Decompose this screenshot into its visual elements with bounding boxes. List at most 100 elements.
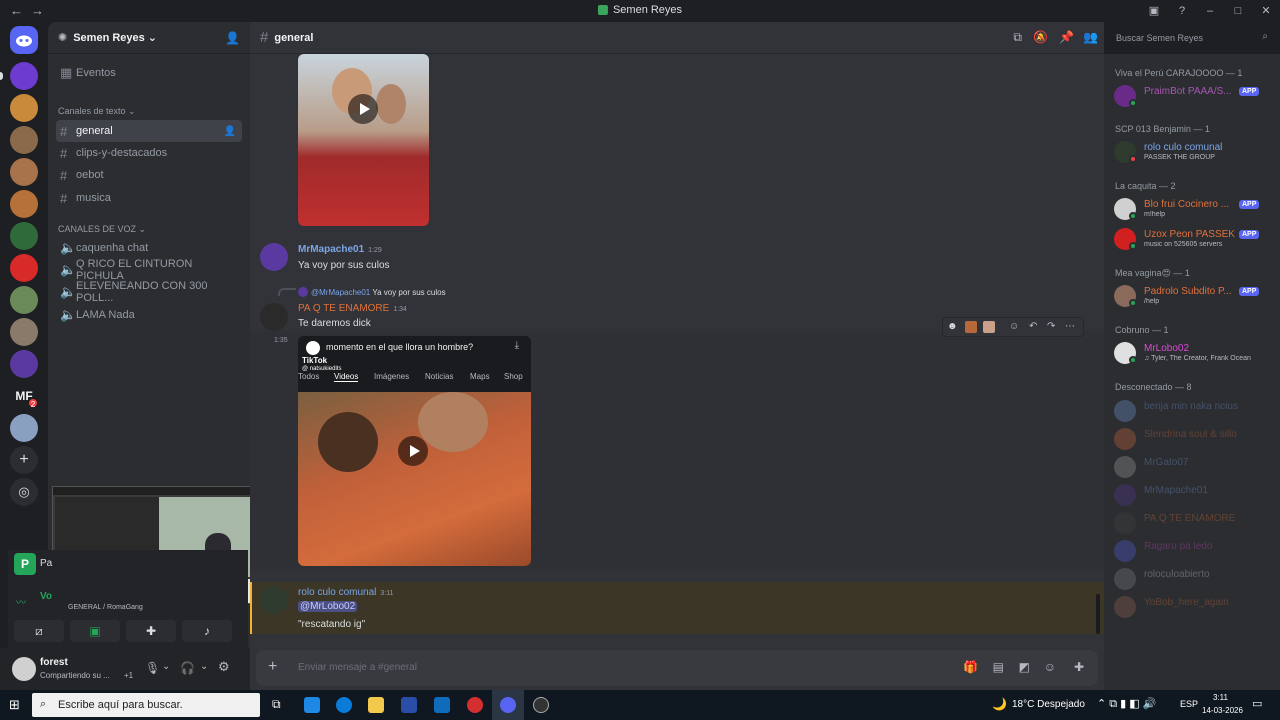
server-item[interactable] bbox=[10, 414, 38, 442]
tiktok-embed[interactable]: momento en el que llora un hombre? ⤓ Tik… bbox=[298, 336, 531, 566]
play-icon[interactable] bbox=[348, 94, 378, 124]
member-item[interactable]: MrGato07 bbox=[1114, 455, 1274, 481]
message-author[interactable]: rolo culo comunal 3:11 bbox=[298, 587, 393, 598]
events-item[interactable]: ▦ Eventos bbox=[56, 62, 242, 84]
mail-icon[interactable] bbox=[434, 697, 450, 713]
task-view-icon[interactable]: ⧉ bbox=[272, 697, 281, 712]
server-header[interactable]: ✺ Semen Reyes ⌄ 👤 bbox=[48, 22, 250, 54]
windows-start-icon[interactable]: ⊞ bbox=[9, 697, 20, 713]
add-attachment-icon[interactable]: + bbox=[268, 658, 277, 676]
message-composer[interactable]: + Enviar mensaje a #general 🎁 ▤ ◩ ☺ ✚ bbox=[256, 650, 1098, 686]
avatar[interactable] bbox=[260, 243, 288, 271]
voice-category[interactable]: CANALES DE VOZ ⌄ bbox=[58, 224, 146, 235]
server-item[interactable] bbox=[10, 190, 38, 218]
server-item[interactable] bbox=[10, 94, 38, 122]
discover-icon[interactable]: ◎ bbox=[10, 478, 38, 506]
channel-oebot[interactable]: # oebot bbox=[56, 164, 242, 186]
member-item[interactable]: rolo culo comunal PASSEK THE GROUP bbox=[1114, 140, 1274, 166]
channel-clips[interactable]: # clips-y-destacados bbox=[56, 142, 242, 164]
avatar[interactable] bbox=[260, 586, 288, 614]
member-item[interactable]: YoBob_here_again bbox=[1114, 595, 1274, 621]
member-item[interactable]: PA Q TE ENAMORE bbox=[1114, 511, 1274, 537]
close-button[interactable]: ✕ bbox=[1252, 0, 1280, 22]
store-icon[interactable] bbox=[401, 697, 417, 713]
minimize-button[interactable]: – bbox=[1196, 0, 1224, 22]
reaction-icon[interactable]: ☻ bbox=[947, 321, 958, 332]
voice-channel[interactable]: 🔈 ELEVENEANDO CON 300 POLL... bbox=[56, 280, 242, 304]
tray-icons[interactable]: ⌃ ⧉ ▮ ◧ 🔊 bbox=[1097, 697, 1156, 711]
server-item[interactable] bbox=[10, 222, 38, 250]
settings-gear-icon[interactable]: ⚙ bbox=[218, 659, 230, 675]
voice-channel-label[interactable]: GENERAL / RomaGang bbox=[68, 604, 143, 611]
threads-icon[interactable]: ⧉ bbox=[1013, 30, 1022, 45]
user-mention[interactable]: @MrLobo02 bbox=[298, 601, 358, 612]
channel-general[interactable]: # general 👤 bbox=[56, 120, 242, 142]
chevron-down-icon[interactable]: ⌄ bbox=[200, 661, 208, 672]
server-item[interactable] bbox=[10, 286, 38, 314]
sticker-icon[interactable]: ◩ bbox=[1019, 660, 1030, 674]
screen-share-button[interactable]: ▣ bbox=[70, 620, 120, 642]
play-icon[interactable] bbox=[398, 436, 428, 466]
server-item[interactable] bbox=[10, 158, 38, 186]
members-icon[interactable]: 👥 bbox=[1083, 30, 1098, 44]
microphone-icon[interactable]: 🎙 bbox=[145, 661, 160, 675]
member-item[interactable]: Blo frui Cocinero ... m!help APP bbox=[1114, 197, 1274, 223]
member-item[interactable]: roloculoabierto bbox=[1114, 567, 1274, 593]
member-item[interactable]: Slendrina soul & sillo da bbox=[1114, 427, 1274, 453]
edge-icon[interactable] bbox=[336, 697, 352, 713]
forward-icon[interactable]: ↷ bbox=[1047, 321, 1055, 332]
video-off-button[interactable]: ⧄ bbox=[14, 620, 64, 642]
text-category[interactable]: Canales de texto ⌄ bbox=[58, 106, 136, 117]
server-item[interactable] bbox=[10, 318, 38, 346]
discord-taskbar-icon[interactable] bbox=[500, 697, 516, 713]
server-item[interactable] bbox=[10, 254, 38, 282]
clock-date[interactable]: 14-03-2026 bbox=[1202, 706, 1243, 715]
reaction-icon[interactable] bbox=[983, 321, 995, 333]
server-item[interactable] bbox=[10, 350, 38, 378]
back-forward-icons[interactable]: ←→ bbox=[10, 3, 52, 18]
more-icon[interactable]: ⋯ bbox=[1065, 321, 1075, 332]
invite-icon[interactable]: 👤 bbox=[224, 126, 236, 137]
scrollbar[interactable] bbox=[1096, 594, 1100, 634]
notification-icon[interactable]: ▭ bbox=[1252, 697, 1262, 710]
file-explorer-icon[interactable] bbox=[368, 697, 384, 713]
member-item[interactable]: Ragaru pa ledo bbox=[1114, 539, 1274, 565]
obs-icon[interactable] bbox=[533, 697, 549, 713]
avatar[interactable] bbox=[260, 303, 288, 331]
home-button[interactable] bbox=[10, 26, 38, 54]
channel-musica[interactable]: # musica bbox=[56, 187, 242, 209]
reaction-icon[interactable] bbox=[965, 321, 977, 333]
language-indicator[interactable]: ESP bbox=[1180, 699, 1198, 709]
member-item[interactable]: Uzox Peon PASSEK music on 525605 servers A… bbox=[1114, 227, 1274, 253]
weather-text[interactable]: 18°C Despejado bbox=[1012, 699, 1085, 710]
clock-time[interactable]: 3:11 bbox=[1213, 693, 1228, 702]
reply-icon[interactable]: ↶ bbox=[1029, 321, 1037, 332]
gift-icon[interactable]: 🎁 bbox=[963, 660, 978, 674]
notification-bell-icon[interactable]: 🔕 bbox=[1033, 30, 1048, 44]
add-reaction-icon[interactable]: ☺ bbox=[1009, 321, 1019, 332]
member-item[interactable]: PraimBot PAAA/S... APP bbox=[1114, 84, 1274, 110]
maximize-button[interactable]: □ bbox=[1224, 0, 1252, 22]
member-item[interactable]: MrLobo02 ♫ Tyler, The Creator, Frank Ocea… bbox=[1114, 341, 1274, 367]
taskbar-search[interactable]: ⌕ Escribe aquí para buscar. bbox=[32, 693, 260, 717]
video-embed[interactable] bbox=[298, 54, 429, 226]
message-input[interactable]: Enviar mensaje a #general bbox=[298, 662, 417, 673]
server-item[interactable] bbox=[10, 126, 38, 154]
help-icon[interactable]: ? bbox=[1168, 0, 1196, 22]
emoji-icon[interactable]: ☺ bbox=[1044, 660, 1056, 674]
voice-channel[interactable]: 🔈 LAMA Nada bbox=[56, 304, 242, 326]
search-input[interactable]: Buscar Semen Reyes ⌕ bbox=[1110, 28, 1274, 48]
inbox-icon[interactable]: ▣ bbox=[1140, 0, 1168, 22]
pin-icon[interactable]: 📌 bbox=[1059, 30, 1074, 44]
voice-channel[interactable]: 🔈 caquenha chat bbox=[56, 237, 242, 259]
invite-icon[interactable]: 👤 bbox=[225, 31, 240, 45]
opera-icon[interactable] bbox=[467, 697, 483, 713]
chevron-down-icon[interactable]: ⌄ bbox=[162, 661, 170, 672]
message-author[interactable]: MrMapache01 1:29 bbox=[298, 244, 382, 255]
reply-preview[interactable]: @MrMapache01 Ya voy por sus culos bbox=[311, 288, 446, 297]
soundboard-button[interactable]: ♪ bbox=[182, 620, 232, 642]
server-item[interactable] bbox=[10, 62, 38, 90]
download-icon[interactable]: ⤓ bbox=[515, 340, 519, 351]
voice-channel[interactable]: 🔈 Q RICO EL CINTURON PICHULA bbox=[56, 258, 242, 282]
member-item[interactable]: Padrolo Subdito P.../help APP bbox=[1114, 284, 1274, 310]
